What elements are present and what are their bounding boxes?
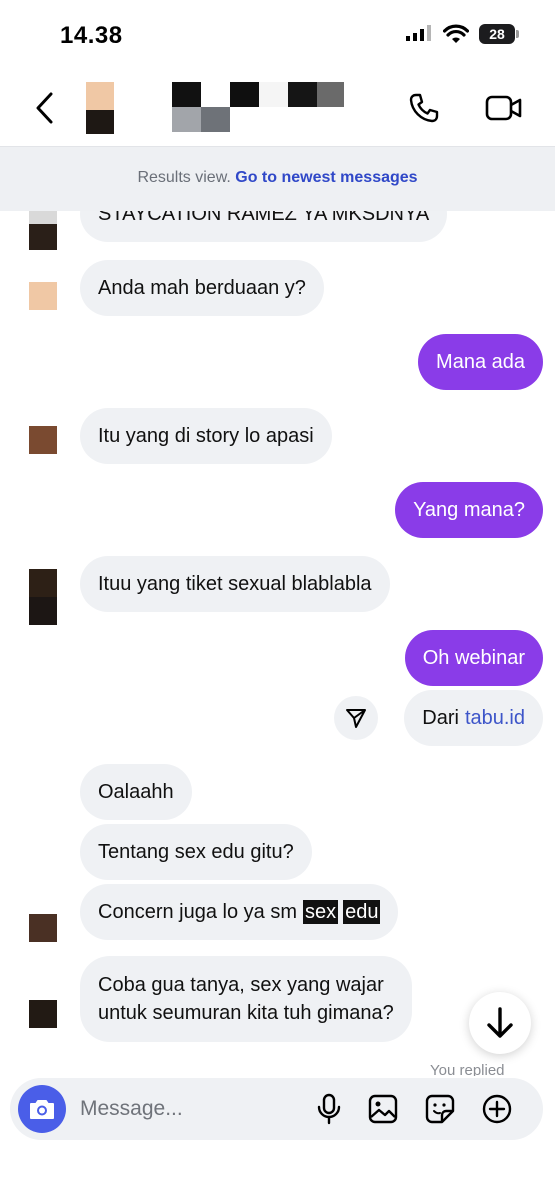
message-text: Itu yang di story lo apasi [98,425,314,447]
video-call-button[interactable] [483,88,525,128]
search-results-bar: Results view. Go to newest messages [0,146,555,211]
sender-avatar [29,282,57,310]
more-options-button[interactable] [480,1092,514,1126]
chevron-left-icon [36,92,53,124]
video-camera-icon [485,95,522,121]
plus-circle-icon [482,1094,512,1124]
message-bubble-incoming[interactable]: Oalaahh [80,764,192,820]
sender-avatar [29,1000,57,1028]
message-text: Dari [422,707,459,729]
you-replied-label: You replied [430,1062,505,1076]
status-time: 14.38 [60,22,123,49]
message-list[interactable]: STAYCATION RAMEZ YA MKSDNYA Anda mah ber… [0,146,555,1076]
message-bubble-incoming[interactable]: Tentang sex edu gitu? [80,824,312,880]
sticker-icon [425,1094,455,1124]
highlighted-search-term: edu [343,900,381,924]
message-text: Oh webinar [422,647,525,669]
message-bubble-incoming[interactable]: Itu yang di story lo apasi [80,408,332,464]
message-text: Mana ada [436,351,525,373]
go-to-newest-link[interactable]: Go to newest messages [235,169,417,186]
sender-avatar [29,426,57,454]
cellular-signal-icon [406,25,431,41]
message-composer [10,1078,543,1140]
message-bubble-incoming[interactable]: Anda mah berduaan y? [80,260,324,316]
wifi-icon [443,24,469,43]
call-button[interactable] [405,88,443,128]
status-icons: 28 [405,24,519,44]
message-text: Yang mana? [413,499,525,521]
contact-name-pixelated[interactable] [172,82,344,132]
microphone-icon [317,1093,341,1125]
message-bubble-incoming[interactable]: Coba gua tanya, sex yang wajar untuk seu… [80,956,412,1042]
camera-icon [30,1100,54,1119]
message-input[interactable] [80,1088,300,1130]
message-bubble-outgoing[interactable]: Mana ada [418,334,543,390]
send-arrow-icon [346,709,366,728]
sender-avatar [29,914,57,942]
message-text-line: Coba gua tanya, sex yang wajar [98,974,384,996]
message-bubble-incoming[interactable]: Ituu yang tiket sexual blablabla [80,556,390,612]
message-bubble-incoming[interactable]: Concern juga lo ya sm sex edu [80,884,399,940]
message-text: Oalaahh [98,781,174,803]
status-bar: 14.38 28 [0,0,555,70]
back-button[interactable] [30,88,60,128]
results-view-label: Results view. [137,169,231,186]
arrow-down-icon [487,1007,513,1038]
sender-avatar [29,569,57,625]
chat-header [0,70,555,146]
phone-icon [409,93,439,123]
message-text: Concern juga lo ya sm [98,901,297,923]
highlighted-search-term: sex [302,900,339,924]
microphone-button[interactable] [312,1092,346,1126]
message-bubble-outgoing-link[interactable]: Dari tabu.id [404,690,543,746]
sticker-button[interactable] [423,1092,457,1126]
image-icon [368,1094,398,1124]
gallery-button[interactable] [366,1092,400,1126]
scroll-to-bottom-button[interactable] [469,992,531,1054]
camera-button[interactable] [18,1085,66,1133]
contact-avatar[interactable] [86,82,114,134]
message-text: Tentang sex edu gitu? [98,841,294,863]
message-text: Ituu yang tiket sexual blablabla [98,573,372,595]
battery-indicator: 28 [479,24,519,44]
share-button[interactable] [334,696,378,740]
message-link[interactable]: tabu.id [465,706,525,730]
message-text: Anda mah berduaan y? [98,277,306,299]
message-bubble-outgoing[interactable]: Oh webinar [404,630,543,686]
message-text-line: untuk seumuran kita tuh gimana? [98,1002,394,1024]
message-bubble-outgoing[interactable]: Yang mana? [395,482,543,538]
